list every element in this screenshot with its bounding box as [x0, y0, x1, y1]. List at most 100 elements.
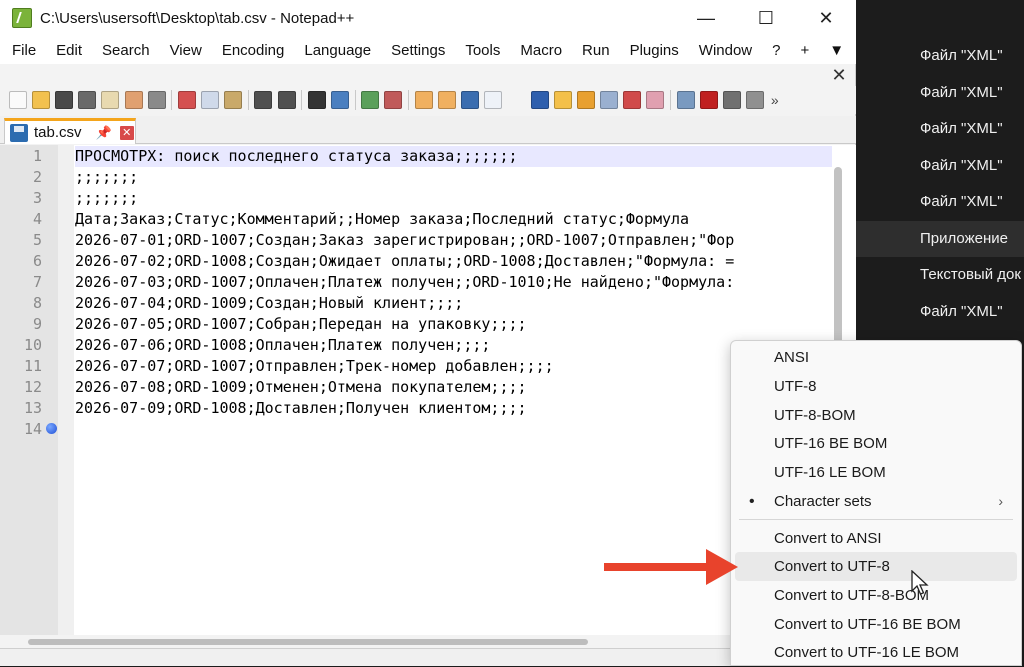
save-icon[interactable] — [54, 91, 73, 109]
tab-tab-csv[interactable]: tab.csv 📌 ✕ — [4, 118, 136, 144]
code-line[interactable]: 2026-07-07;ORD-1007;Отправлен;Трек-номер… — [75, 356, 832, 377]
dropdown-icon[interactable] — [507, 91, 526, 109]
menu-tab-list[interactable]: ▼ — [817, 42, 852, 59]
toolbar-separator — [408, 90, 409, 110]
menu-edit[interactable]: Edit — [44, 42, 90, 59]
document-map-icon[interactable] — [576, 91, 595, 109]
annotation-arrow-head-icon — [706, 549, 738, 585]
close-window-button[interactable]: ✕ — [796, 0, 856, 36]
code-line[interactable]: 2026-07-05;ORD-1007;Собран;Передан на уп… — [75, 314, 832, 335]
menu-item-label: Convert to UTF-8-BOM — [774, 587, 930, 604]
menu-item-convert-to-utf8[interactable]: Convert to UTF-8 — [735, 552, 1017, 581]
toolbar-separator — [301, 90, 303, 110]
code-line[interactable]: 2026-07-03;ORD-1007;Оплачен;Платеж получ… — [75, 272, 832, 293]
code-line[interactable]: 2026-07-09;ORD-1008;Доставлен;Получен кл… — [75, 398, 832, 419]
minimize-button[interactable]: — — [676, 0, 736, 36]
code-line[interactable]: ;;;;;;; — [75, 188, 832, 209]
user-language-icon[interactable] — [553, 91, 572, 109]
close-tab-icon[interactable]: ✕ — [119, 125, 134, 140]
menu-item-utf8[interactable]: UTF-8 — [735, 372, 1017, 401]
stop-macro-icon[interactable] — [723, 91, 742, 109]
line-number: 7 — [32, 273, 42, 291]
show-all-characters-icon[interactable] — [484, 91, 503, 109]
code-line[interactable]: Дата;Заказ;Статус;Комментарий;;Номер зак… — [75, 209, 832, 230]
menu-new-tab[interactable]: + — [788, 42, 817, 59]
find-icon[interactable] — [307, 91, 326, 109]
eye-icon[interactable] — [676, 91, 695, 109]
cut-icon[interactable] — [177, 91, 196, 109]
menu-item-utf16-le-bom[interactable]: UTF-16 LE BOM — [735, 458, 1017, 487]
replace-icon[interactable] — [331, 91, 350, 109]
zoom-in-icon[interactable] — [361, 91, 380, 109]
background-file-item: Файл "XML" — [920, 302, 1003, 320]
maximize-button[interactable]: ☐ — [736, 0, 796, 36]
background-file-item: Файл "XML" — [920, 47, 1003, 64]
function-list-icon[interactable] — [600, 91, 619, 109]
menu-separator — [739, 519, 1013, 520]
menu-view[interactable]: View — [158, 42, 210, 59]
sync-horizontal-icon[interactable] — [437, 91, 456, 109]
menu-search[interactable]: Search — [90, 42, 158, 59]
background-file-item: Файл "XML" — [920, 120, 1003, 137]
code-line[interactable] — [75, 419, 832, 440]
menu-item-utf8-bom[interactable]: UTF-8-BOM — [735, 401, 1017, 430]
menu-encoding[interactable]: Encoding — [210, 42, 293, 59]
menu-item-label: Convert to UTF-8 — [774, 558, 890, 575]
menu-run[interactable]: Run — [570, 42, 618, 59]
window-controls: — ☐ ✕ — [676, 0, 856, 36]
close-file-icon[interactable] — [101, 91, 120, 109]
menu-language[interactable]: Language — [292, 42, 379, 59]
new-file-icon[interactable] — [8, 91, 27, 109]
play-macro-icon[interactable] — [746, 91, 765, 109]
word-wrap-icon[interactable] — [460, 91, 479, 109]
menu-item-character-sets[interactable]: • Character sets › — [735, 487, 1017, 516]
sync-vertical-icon[interactable] — [414, 91, 433, 109]
code-line[interactable]: 2026-07-02;ORD-1008;Создан;Ожидает оплат… — [75, 251, 832, 272]
code-line[interactable]: 2026-07-08;ORD-1009;Отменен;Отмена покуп… — [75, 377, 832, 398]
line-number: 11 — [23, 357, 42, 375]
title-bar[interactable]: C:\Users\usersoft\Desktop\tab.csv - Note… — [0, 0, 856, 36]
menu-item-convert-to-utf16-le-bom[interactable]: Convert to UTF-16 LE BOM — [735, 638, 1017, 667]
pin-icon[interactable]: 📌 — [96, 125, 112, 141]
paste-icon[interactable] — [224, 91, 243, 109]
save-all-icon[interactable] — [78, 91, 97, 109]
menu-item-convert-to-utf8-bom[interactable]: Convert to UTF-8-BOM — [735, 581, 1017, 610]
indent-guide-icon[interactable] — [530, 91, 549, 109]
copy-icon[interactable] — [201, 91, 220, 109]
toolbar-separator — [354, 90, 356, 110]
menu-item-convert-to-utf16-be-bom[interactable]: Convert to UTF-16 BE BOM — [735, 610, 1017, 639]
line-number: 10 — [23, 336, 42, 354]
close-document-icon[interactable]: ✕ — [826, 64, 852, 86]
horizontal-scrollbar[interactable] — [28, 639, 588, 645]
menu-macro[interactable]: Macro — [508, 42, 570, 59]
folder-workspace-icon[interactable] — [623, 91, 642, 109]
print-icon[interactable] — [147, 91, 166, 109]
menu-item-convert-to-ansi[interactable]: Convert to ANSI — [735, 524, 1017, 553]
menu-tools[interactable]: Tools — [453, 42, 508, 59]
menu-item-utf16-be-bom[interactable]: UTF-16 BE BOM — [735, 429, 1017, 458]
close-all-icon[interactable] — [124, 91, 143, 109]
toolbar-overflow-icon[interactable]: » — [771, 92, 779, 108]
record-macro-icon[interactable] — [699, 91, 718, 109]
menu-window[interactable]: Window — [687, 42, 760, 59]
undo-icon[interactable] — [254, 91, 273, 109]
monitoring-icon[interactable] — [646, 91, 665, 109]
redo-icon[interactable] — [277, 91, 296, 109]
line-number: 2 — [32, 168, 42, 186]
code-line[interactable]: ;;;;;;; — [75, 167, 832, 188]
open-file-icon[interactable] — [31, 91, 50, 109]
menu-plugins[interactable]: Plugins — [618, 42, 687, 59]
code-line[interactable]: 2026-07-06;ORD-1008;Оплачен;Платеж получ… — [75, 335, 832, 356]
zoom-out-icon[interactable] — [384, 91, 403, 109]
menu-item-ansi[interactable]: ANSI — [735, 343, 1017, 372]
code-line[interactable]: ПРОСМОТРХ: поиск последнего статуса зака… — [75, 146, 832, 167]
menu-help[interactable]: ? — [760, 42, 788, 59]
code-line[interactable]: 2026-07-04;ORD-1009;Создан;Новый клиент;… — [75, 293, 832, 314]
code-line[interactable]: 2026-07-01;ORD-1007;Создан;Заказ зарегис… — [75, 230, 832, 251]
menu-settings[interactable]: Settings — [379, 42, 453, 59]
menu-file[interactable]: File — [0, 42, 44, 59]
line-number: 3 — [32, 189, 42, 207]
line-number: 8 — [32, 294, 42, 312]
toolbar: » — [0, 86, 856, 114]
vertical-scrollbar[interactable] — [834, 167, 842, 367]
